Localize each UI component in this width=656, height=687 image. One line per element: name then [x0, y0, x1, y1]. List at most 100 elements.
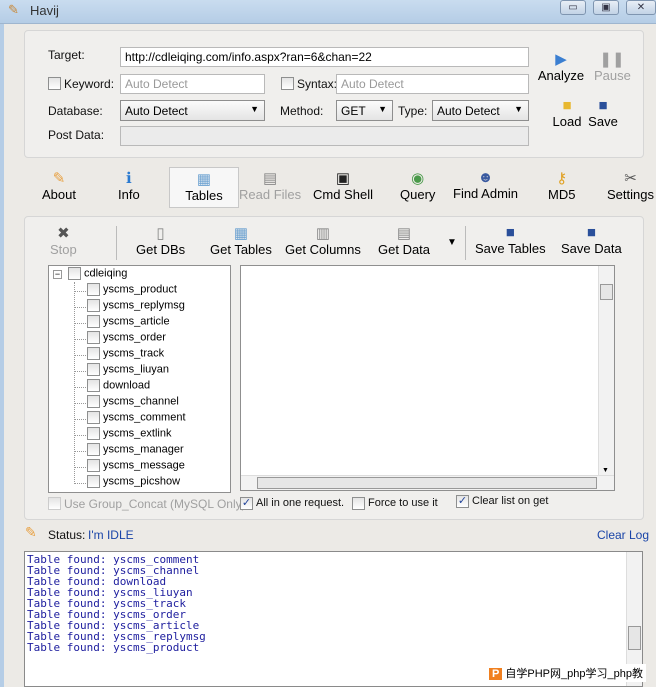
scroll-thumb[interactable]: [628, 626, 641, 650]
collapse-icon[interactable]: −: [53, 270, 62, 279]
target-input[interactable]: http://cdleiqing.com/info.aspx?ran=6&cha…: [120, 47, 529, 67]
keyword-input[interactable]: Auto Detect: [120, 74, 265, 94]
force-label: Force to use it: [368, 497, 438, 509]
save-data-button[interactable]: ■ Save Data: [561, 224, 622, 256]
all-in-one-label: All in one request.: [256, 497, 345, 509]
database-label: Database:: [48, 104, 103, 118]
tree-checkbox[interactable]: [87, 299, 100, 312]
tree-checkbox[interactable]: [87, 331, 100, 344]
tree-item[interactable]: yscms_liuyan: [87, 363, 169, 379]
tree-line: [74, 307, 86, 308]
get-tables-button[interactable]: ▦ Get Tables: [210, 224, 272, 257]
save-button[interactable]: ■ Save: [586, 97, 620, 129]
postdata-input[interactable]: [120, 126, 529, 146]
tab-settings[interactable]: ✂ Settings: [607, 167, 654, 202]
tree-line: [74, 339, 86, 340]
close-button[interactable]: ✕: [626, 0, 656, 15]
method-select[interactable]: GET ▼: [336, 100, 393, 121]
save-tables-button[interactable]: ■ Save Tables: [475, 224, 546, 256]
load-button[interactable]: ■ Load: [549, 97, 585, 129]
tree-item[interactable]: yscms_article: [87, 315, 170, 331]
tree-item[interactable]: yscms_manager: [87, 443, 184, 459]
carrot-icon: ✎: [52, 170, 66, 187]
tree-item-label: yscms_channel: [103, 395, 179, 408]
tree-item[interactable]: yscms_order: [87, 331, 166, 347]
get-dbs-button[interactable]: ▯ Get DBs: [136, 224, 185, 257]
tab-cmd-shell[interactable]: ▣ Cmd Shell: [313, 167, 373, 202]
tree-item-label: yscms_order: [103, 331, 166, 344]
log-line: Table found: yscms_product: [27, 641, 200, 654]
tree-line: [74, 371, 86, 372]
tab-tables[interactable]: ▦ Tables: [169, 167, 239, 208]
tab-info[interactable]: ℹ Info: [118, 167, 140, 202]
tree-checkbox[interactable]: [87, 443, 100, 456]
group-concat-label: Use Group_Concat (MySQL Only): [64, 497, 246, 511]
get-data-dropdown-icon[interactable]: ▼: [447, 237, 457, 248]
maximize-button[interactable]: ▣: [593, 0, 619, 15]
get-data-button[interactable]: ▤ Get Data: [378, 224, 430, 257]
tree-checkbox[interactable]: [87, 347, 100, 360]
tree-item[interactable]: yscms_comment: [87, 411, 186, 427]
save-data-label: Save Data: [561, 241, 622, 256]
group-concat-checkbox[interactable]: [48, 497, 61, 510]
pause-icon: ❚❚: [599, 51, 625, 68]
terminal-icon: ▣: [335, 170, 351, 187]
tab-md5[interactable]: ⚷ MD5: [548, 167, 575, 202]
horizontal-scrollbar[interactable]: [241, 475, 614, 490]
tree-checkbox[interactable]: [87, 315, 100, 328]
scroll-down-icon[interactable]: ▼: [602, 467, 609, 474]
tree-checkbox[interactable]: [87, 283, 100, 296]
tree-item[interactable]: download: [87, 379, 150, 395]
tab-find-admin[interactable]: ☻ Find Admin: [453, 167, 518, 201]
force-checkbox[interactable]: [352, 497, 365, 510]
tab-label: Cmd Shell: [313, 187, 373, 202]
tree-item[interactable]: yscms_extlink: [87, 427, 171, 443]
tree-checkbox[interactable]: [87, 411, 100, 424]
syntax-checkbox[interactable]: [281, 77, 294, 90]
clear-log-link[interactable]: Clear Log: [597, 528, 649, 542]
clear-list-checkbox[interactable]: ✓: [456, 495, 469, 508]
tree-item[interactable]: yscms_replymsg: [87, 299, 185, 315]
database-tree[interactable]: − cdleiqing yscms_product yscms_replymsgy…: [48, 265, 231, 493]
stop-button[interactable]: ✖ Stop: [50, 224, 77, 257]
scroll-thumb[interactable]: [600, 284, 613, 300]
syntax-input[interactable]: Auto Detect: [336, 74, 529, 94]
tab-label: Find Admin: [453, 186, 519, 201]
keyword-checkbox[interactable]: [48, 77, 61, 90]
tab-read-files[interactable]: ▤ Read Files: [239, 167, 301, 202]
tree-line: [74, 419, 86, 420]
tab-about[interactable]: ✎ About: [42, 167, 76, 202]
tree-item[interactable]: yscms_picshow: [87, 475, 180, 491]
tree-line: [74, 435, 86, 436]
tree-item[interactable]: yscms_track: [87, 347, 164, 363]
tree-checkbox[interactable]: [87, 395, 100, 408]
tree-item[interactable]: yscms_channel: [87, 395, 179, 411]
database-select[interactable]: Auto Detect ▼: [120, 100, 265, 121]
tree-item-label: yscms_replymsg: [103, 299, 185, 312]
vertical-scrollbar[interactable]: ▼: [598, 266, 614, 476]
tree-checkbox[interactable]: [68, 267, 81, 280]
tree-checkbox[interactable]: [87, 475, 100, 488]
tab-label: About: [42, 187, 76, 202]
all-in-one-checkbox[interactable]: ✓: [240, 497, 253, 510]
type-select[interactable]: Auto Detect ▼: [432, 100, 529, 121]
get-columns-button[interactable]: ▥ Get Columns: [285, 224, 361, 257]
analyze-button[interactable]: ▶ Analyze: [537, 50, 585, 83]
pause-button[interactable]: ❚❚ Pause: [594, 50, 631, 83]
tree-line: [74, 403, 86, 404]
tree-root[interactable]: cdleiqing: [68, 267, 127, 283]
tree-item[interactable]: yscms_product: [87, 283, 177, 299]
tree-checkbox[interactable]: [87, 379, 100, 392]
chevron-down-icon: ▼: [250, 104, 259, 114]
scroll-thumb[interactable]: [257, 477, 597, 489]
tree-item[interactable]: yscms_message: [87, 459, 185, 475]
tree-checkbox[interactable]: [87, 363, 100, 376]
minimize-button[interactable]: ▭: [560, 0, 586, 15]
results-list[interactable]: ▼: [240, 265, 615, 491]
tree-checkbox[interactable]: [87, 427, 100, 440]
tree-checkbox[interactable]: [87, 459, 100, 472]
keyword-label: Keyword:: [64, 77, 115, 91]
tab-query[interactable]: ◉ Query: [400, 167, 435, 202]
app-icon: ✎: [8, 2, 19, 17]
save-label: Save: [588, 114, 618, 129]
